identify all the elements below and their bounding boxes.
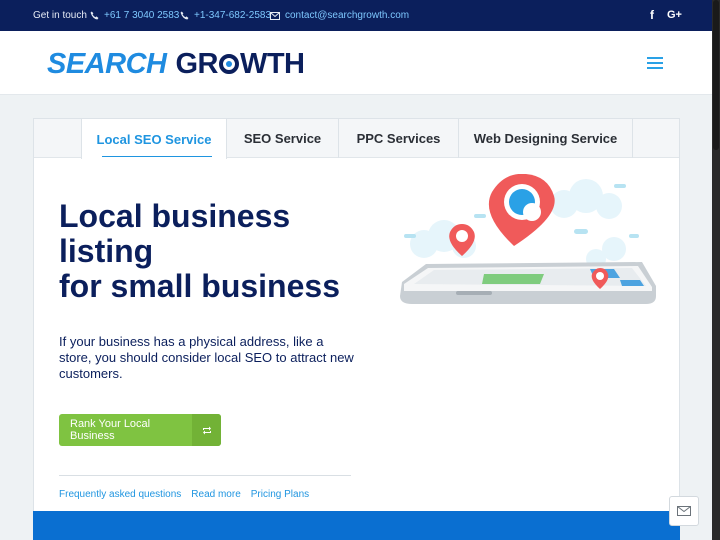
tab-local-seo[interactable]: Local SEO Service bbox=[81, 119, 227, 159]
logo-growth-part-b: WTH bbox=[239, 48, 305, 80]
envelope-icon bbox=[677, 506, 691, 516]
scrollbar-thumb[interactable] bbox=[713, 0, 719, 150]
email-text: contact@searchgrowth.com bbox=[285, 10, 410, 21]
logo-o-icon bbox=[218, 54, 239, 74]
get-in-touch-label: Get in touch bbox=[33, 10, 87, 21]
email-link[interactable]: contact@searchgrowth.com bbox=[270, 10, 409, 21]
logo-growth-part-a: GR bbox=[175, 48, 218, 80]
headline-line-1: Local business bbox=[59, 198, 291, 234]
phone-icon bbox=[90, 11, 99, 20]
rank-local-business-button[interactable]: Rank Your Local Business bbox=[59, 414, 221, 446]
headline-line-3: for small business bbox=[59, 268, 340, 304]
tab-ppc[interactable]: PPC Services bbox=[339, 119, 459, 158]
chat-button[interactable] bbox=[669, 496, 699, 526]
google-plus-icon[interactable]: G+ bbox=[667, 9, 682, 21]
phone-us-text: +1-347-682-2583 bbox=[194, 10, 272, 21]
phone-us-link[interactable]: +1-347-682-2583 bbox=[180, 10, 271, 21]
refresh-icon bbox=[192, 414, 221, 446]
hero-description: If your business has a physical address,… bbox=[59, 334, 354, 381]
facebook-icon[interactable]: f bbox=[650, 8, 654, 22]
service-card: Local SEO Service SEO Service PPC Servic… bbox=[33, 118, 680, 540]
faq-link[interactable]: Frequently asked questions bbox=[59, 489, 181, 500]
next-section-band bbox=[33, 511, 680, 540]
phone-au-text: +61 7 3040 2583 bbox=[104, 10, 180, 21]
logo-search-text: SEARCH bbox=[47, 48, 167, 80]
location-pin-large-icon bbox=[488, 174, 555, 246]
pricing-plans-link[interactable]: Pricing Plans bbox=[251, 489, 309, 500]
phone-device bbox=[400, 262, 656, 304]
site-header: SEARCH GR WTH bbox=[0, 31, 712, 95]
content-divider bbox=[59, 475, 351, 476]
read-more-link[interactable]: Read more bbox=[191, 489, 240, 500]
tab-web-design[interactable]: Web Designing Service bbox=[459, 119, 633, 158]
envelope-icon bbox=[270, 11, 280, 20]
hero-headline: Local business listing for small busines… bbox=[59, 199, 369, 304]
footer-links: Frequently asked questions Read more Pri… bbox=[59, 489, 309, 500]
logo-growth-text: GR WTH bbox=[175, 48, 305, 80]
window-scrollbar[interactable] bbox=[712, 0, 720, 540]
phone-icon bbox=[180, 11, 189, 20]
map-phone-illustration bbox=[400, 174, 656, 304]
tab-seo[interactable]: SEO Service bbox=[227, 119, 339, 158]
hamburger-menu-icon[interactable] bbox=[647, 57, 663, 69]
search-growth-logo[interactable]: SEARCH GR WTH bbox=[47, 48, 305, 80]
headline-line-2: listing bbox=[59, 233, 154, 269]
service-tabs: Local SEO Service SEO Service PPC Servic… bbox=[34, 119, 679, 159]
cta-label: Rank Your Local Business bbox=[70, 418, 151, 442]
phone-au-link[interactable]: +61 7 3040 2583 bbox=[90, 10, 179, 21]
top-contact-bar: Get in touch +61 7 3040 2583 +1-347-682-… bbox=[0, 0, 712, 31]
